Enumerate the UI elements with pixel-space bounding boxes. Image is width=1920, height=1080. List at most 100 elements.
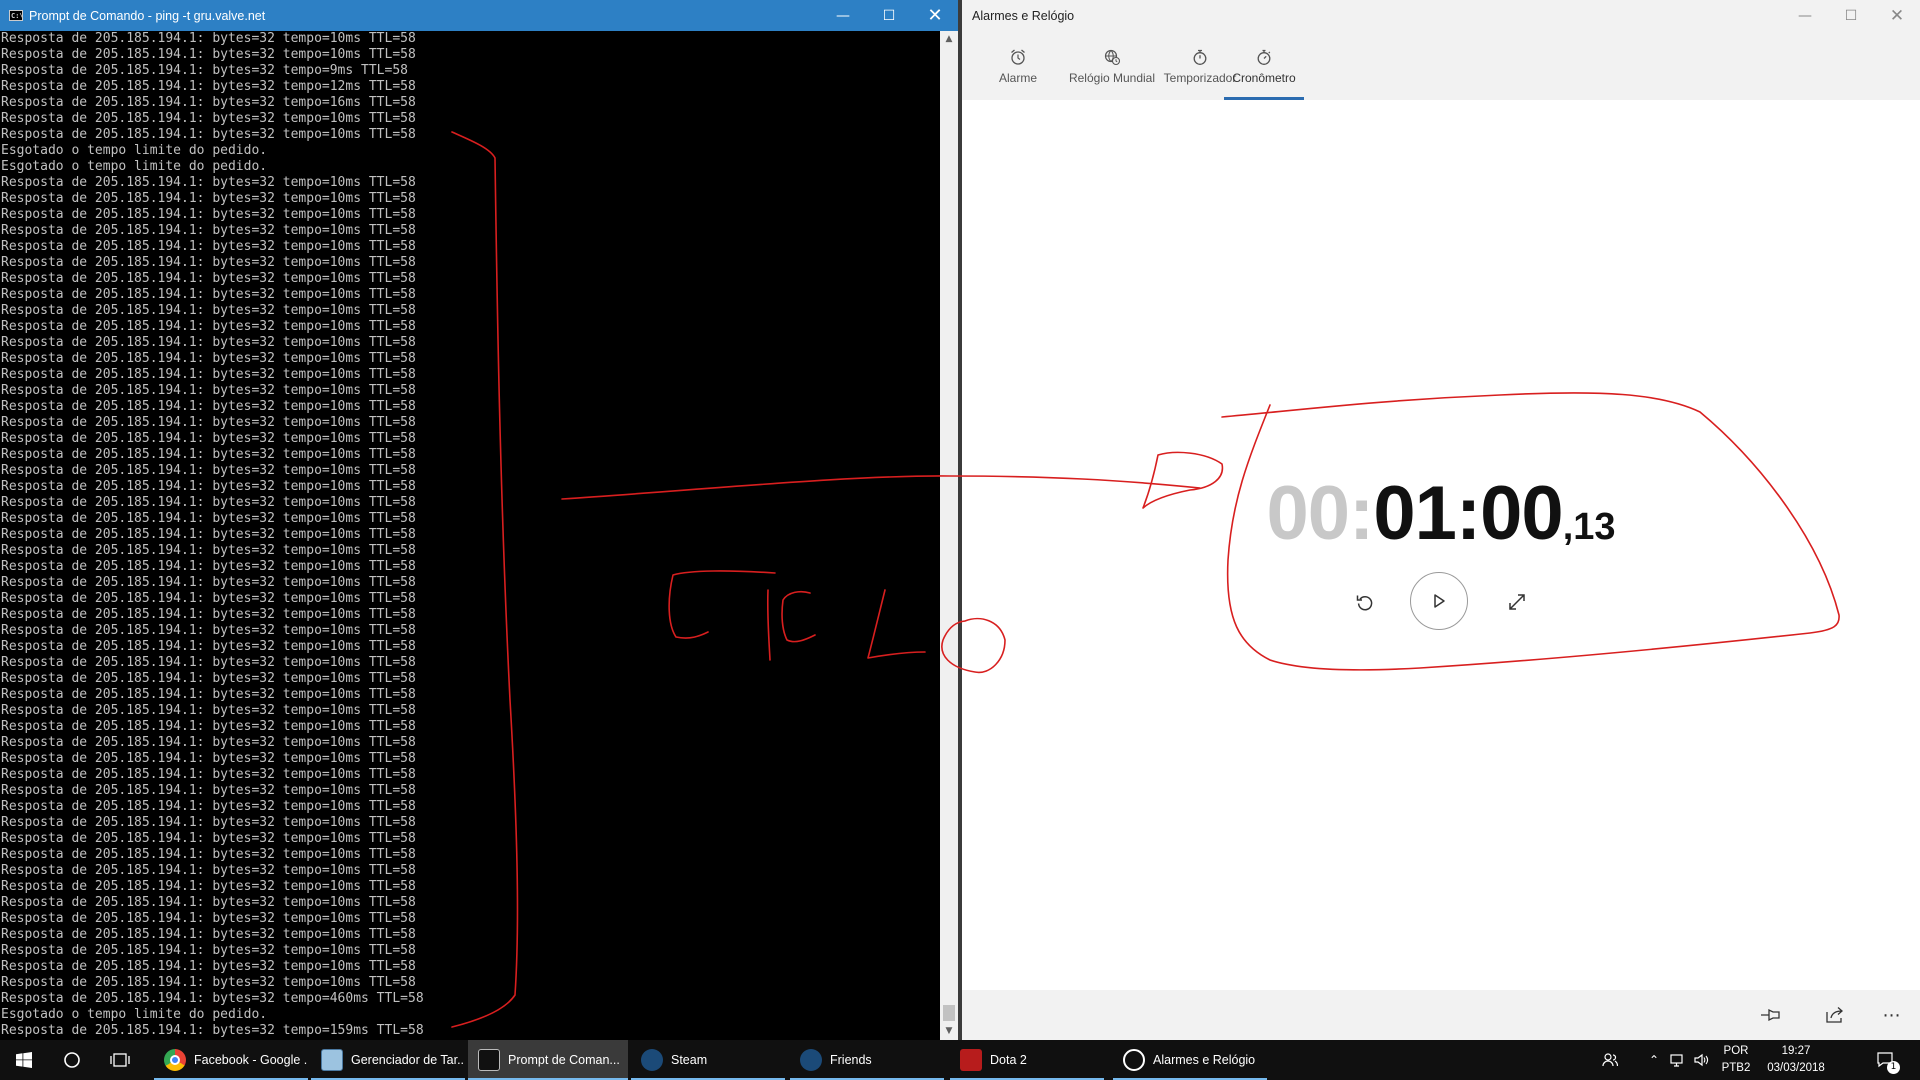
console-line: Resposta de 205.185.194.1: bytes=32 temp… bbox=[1, 367, 416, 382]
stopwatch-minutes-seconds: 01:00 bbox=[1373, 471, 1563, 556]
steam-friends-icon bbox=[800, 1049, 822, 1071]
console-line: Resposta de 205.185.194.1: bytes=32 temp… bbox=[1, 127, 416, 142]
taskbar-item-friends[interactable]: Friends bbox=[790, 1040, 944, 1080]
taskbar-item-steam[interactable]: Steam bbox=[631, 1040, 785, 1080]
console-line: Resposta de 205.185.194.1: bytes=32 temp… bbox=[1, 575, 416, 590]
taskbar-item-alarms-clock[interactable]: Alarmes e Relógio bbox=[1113, 1040, 1267, 1080]
maximize-icon[interactable]: ☐ bbox=[1828, 1, 1874, 32]
taskbar-item-dota2[interactable]: Dota 2 bbox=[950, 1040, 1104, 1080]
start-button[interactable] bbox=[0, 1040, 48, 1080]
clock-tab-bar: Alarme Relógio Mundial Temporizador Cron… bbox=[962, 32, 1920, 100]
console-line: Resposta de 205.185.194.1: bytes=32 temp… bbox=[1, 223, 416, 238]
console-line: Resposta de 205.185.194.1: bytes=32 temp… bbox=[1, 703, 416, 718]
share-button[interactable] bbox=[1817, 998, 1853, 1032]
alarm-clock-icon bbox=[988, 48, 1048, 68]
console-line: Resposta de 205.185.194.1: bytes=32 temp… bbox=[1, 879, 416, 894]
console-line: Resposta de 205.185.194.1: bytes=32 temp… bbox=[1, 335, 416, 350]
clock-time[interactable]: 19:27 bbox=[1756, 1045, 1836, 1057]
console-line: Resposta de 205.185.194.1: bytes=32 temp… bbox=[1, 415, 416, 430]
steam-icon bbox=[641, 1049, 663, 1071]
task-manager-icon bbox=[321, 1049, 343, 1071]
command-prompt-window[interactable]: C:\ Prompt de Comando - ping -t gru.valv… bbox=[0, 0, 958, 1040]
play-icon bbox=[1434, 594, 1445, 608]
close-icon[interactable]: ✕ bbox=[1874, 1, 1920, 32]
console-line: Resposta de 205.185.194.1: bytes=32 temp… bbox=[1, 271, 416, 286]
taskbar-item-chrome[interactable]: Facebook - Google ... bbox=[154, 1040, 308, 1080]
tab-alarme[interactable]: Alarme bbox=[988, 32, 1048, 100]
scroll-down-icon[interactable]: ▼ bbox=[940, 1023, 958, 1040]
console-line: Esgotado o tempo limite do pedido. bbox=[1, 159, 268, 174]
tab-cronometro[interactable]: Cronômetro bbox=[1224, 32, 1304, 100]
console-line: Resposta de 205.185.194.1: bytes=32 temp… bbox=[1, 543, 416, 558]
cmd-title-bar[interactable]: C:\ Prompt de Comando - ping -t gru.valv… bbox=[0, 0, 958, 31]
expand-icon bbox=[1509, 594, 1525, 610]
console-line: Resposta de 205.185.194.1: bytes=32 temp… bbox=[1, 783, 416, 798]
dota2-icon bbox=[960, 1049, 982, 1071]
alarms-clock-window[interactable]: Alarmes e Relógio — ☐ ✕ Alarme Relógio M… bbox=[962, 0, 1920, 1040]
console-line: Resposta de 205.185.194.1: bytes=32 temp… bbox=[1, 847, 416, 862]
console-line: Resposta de 205.185.194.1: bytes=32 temp… bbox=[1, 239, 416, 254]
clock-date[interactable]: 03/03/2018 bbox=[1756, 1062, 1836, 1074]
reset-button[interactable] bbox=[1347, 584, 1383, 620]
console-output[interactable]: Resposta de 205.185.194.1: bytes=32 temp… bbox=[0, 31, 940, 1040]
people-icon[interactable] bbox=[1598, 1040, 1622, 1080]
scrollbar-thumb[interactable] bbox=[943, 1005, 955, 1021]
console-line: Esgotado o tempo limite do pedido. bbox=[1, 1007, 268, 1022]
alarms-clock-icon bbox=[1123, 1049, 1145, 1071]
maximize-icon[interactable]: ☐ bbox=[866, 0, 912, 31]
console-line: Resposta de 205.185.194.1: bytes=32 temp… bbox=[1, 975, 416, 990]
console-line: Resposta de 205.185.194.1: bytes=32 temp… bbox=[1, 639, 416, 654]
console-line: Resposta de 205.185.194.1: bytes=32 temp… bbox=[1, 895, 416, 910]
minimize-icon[interactable]: — bbox=[820, 0, 866, 31]
task-view-button[interactable] bbox=[96, 1040, 144, 1080]
expand-button[interactable] bbox=[1499, 584, 1535, 620]
console-line: Resposta de 205.185.194.1: bytes=32 temp… bbox=[1, 943, 416, 958]
console-line: Resposta de 205.185.194.1: bytes=32 temp… bbox=[1, 79, 416, 94]
console-line: Esgotado o tempo limite do pedido. bbox=[1, 143, 268, 158]
console-line: Resposta de 205.185.194.1: bytes=32 temp… bbox=[1, 623, 416, 638]
stopwatch-hours: 00: bbox=[1266, 471, 1374, 556]
console-line: Resposta de 205.185.194.1: bytes=32 temp… bbox=[1, 111, 416, 126]
language-primary[interactable]: POR bbox=[1716, 1045, 1756, 1057]
active-tab-indicator bbox=[1224, 97, 1304, 100]
cmd-icon bbox=[478, 1049, 500, 1071]
taskbar-item-task-manager[interactable]: Gerenciador de Tar... bbox=[311, 1040, 465, 1080]
cmd-window-title: Prompt de Comando - ping -t gru.valve.ne… bbox=[29, 8, 266, 23]
console-line: Resposta de 205.185.194.1: bytes=32 temp… bbox=[1, 511, 416, 526]
chevron-up-icon[interactable]: ⌃ bbox=[1642, 1040, 1666, 1080]
cmd-scrollbar[interactable]: ▲ ▼ bbox=[940, 31, 958, 1040]
console-line: Resposta de 205.185.194.1: bytes=32 temp… bbox=[1, 495, 416, 510]
chrome-icon bbox=[164, 1049, 186, 1071]
stopwatch-controls bbox=[962, 572, 1920, 632]
taskbar-item-command-prompt[interactable]: Prompt de Coman... bbox=[468, 1040, 628, 1080]
notifications-button[interactable]: 1 bbox=[1866, 1040, 1906, 1080]
console-line: Resposta de 205.185.194.1: bytes=32 temp… bbox=[1, 671, 416, 686]
volume-icon[interactable] bbox=[1690, 1040, 1714, 1080]
console-line: Resposta de 205.185.194.1: bytes=32 temp… bbox=[1, 303, 416, 318]
minimize-icon[interactable]: — bbox=[1782, 1, 1828, 32]
console-line: Resposta de 205.185.194.1: bytes=32 temp… bbox=[1, 95, 416, 110]
search-button[interactable] bbox=[48, 1040, 96, 1080]
pin-button[interactable] bbox=[1752, 998, 1788, 1032]
more-options-icon[interactable]: ⋯ bbox=[1874, 998, 1910, 1032]
console-line: Resposta de 205.185.194.1: bytes=32 temp… bbox=[1, 463, 416, 478]
console-line: Resposta de 205.185.194.1: bytes=32 temp… bbox=[1, 591, 416, 606]
console-line: Resposta de 205.185.194.1: bytes=32 temp… bbox=[1, 319, 416, 334]
close-icon[interactable]: ✕ bbox=[912, 0, 958, 31]
notification-count: 1 bbox=[1887, 1061, 1900, 1074]
language-secondary[interactable]: PTB2 bbox=[1716, 1062, 1756, 1074]
console-line: Resposta de 205.185.194.1: bytes=32 temp… bbox=[1, 799, 416, 814]
start-button[interactable] bbox=[1410, 572, 1468, 630]
console-line: Resposta de 205.185.194.1: bytes=32 temp… bbox=[1, 175, 416, 190]
network-icon[interactable] bbox=[1666, 1040, 1690, 1080]
clock-title-bar[interactable]: Alarmes e Relógio — ☐ ✕ bbox=[962, 0, 1920, 32]
console-line: Resposta de 205.185.194.1: bytes=32 temp… bbox=[1, 207, 416, 222]
scroll-up-icon[interactable]: ▲ bbox=[940, 31, 958, 48]
console-line: Resposta de 205.185.194.1: bytes=32 temp… bbox=[1, 255, 416, 270]
system-tray: ⌃ POR PTB2 19:27 03/03/2018 1 bbox=[1590, 1040, 1920, 1080]
console-line: Resposta de 205.185.194.1: bytes=32 temp… bbox=[1, 911, 416, 926]
console-line: Resposta de 205.185.194.1: bytes=32 temp… bbox=[1, 719, 416, 734]
windows-taskbar: Facebook - Google ... Gerenciador de Tar… bbox=[0, 1040, 1920, 1080]
console-line: Resposta de 205.185.194.1: bytes=32 temp… bbox=[1, 383, 416, 398]
console-line: Resposta de 205.185.194.1: bytes=32 temp… bbox=[1, 31, 416, 46]
